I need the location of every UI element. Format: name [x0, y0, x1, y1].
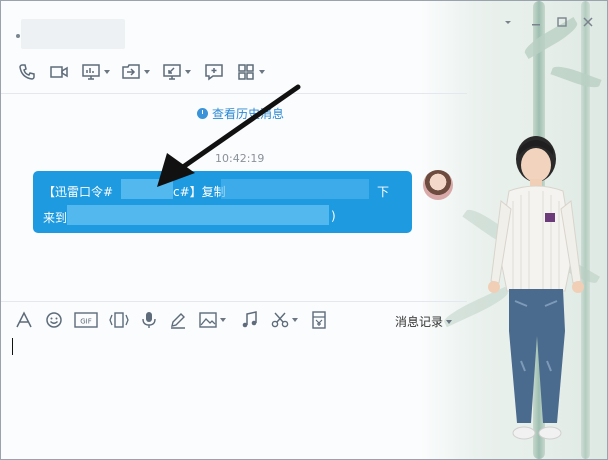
- remote-desktop-button[interactable]: [121, 61, 150, 83]
- maximize-icon: [557, 17, 567, 27]
- red-packet-button[interactable]: [310, 311, 328, 329]
- redacted-text: [67, 205, 329, 225]
- apps-button[interactable]: [236, 61, 265, 83]
- chevron-down-icon: [446, 319, 453, 324]
- maximize-button[interactable]: [553, 13, 571, 31]
- shake-button[interactable]: [109, 311, 129, 329]
- voice-button[interactable]: [140, 311, 158, 329]
- font-icon: [16, 311, 32, 328]
- clock-icon: [197, 108, 208, 119]
- video-button[interactable]: [49, 61, 69, 83]
- bamboo-leaf: [550, 62, 602, 92]
- chevron-down-icon: [505, 21, 511, 24]
- image-button[interactable]: [199, 311, 226, 329]
- add-chat-button[interactable]: [204, 61, 224, 83]
- font-button[interactable]: [15, 311, 33, 329]
- emoji-icon: [46, 312, 62, 328]
- history-link-label: 查看历史消息: [212, 107, 285, 121]
- message-text: c#】复制: [173, 185, 226, 199]
- video-icon: [50, 66, 68, 78]
- screenshot-icon: [163, 64, 181, 80]
- message-timestamp: 10:42:19: [215, 152, 265, 165]
- message-input[interactable]: [1, 331, 467, 459]
- message-bubble[interactable]: 【迅雷口令# c#】复制 下 来到 ): [33, 171, 412, 233]
- screenshot-button[interactable]: [162, 61, 191, 83]
- history-link[interactable]: 查看历史消息: [197, 105, 284, 122]
- scissors-icon: [271, 312, 289, 328]
- chat-window: 查看历史消息 10:42:19 【迅雷口令# c#】复制 下 来到 ) GIF: [0, 0, 608, 460]
- apps-grid-icon: [238, 64, 254, 80]
- message-line-1: 【迅雷口令#: [43, 183, 113, 200]
- phone-icon: [19, 64, 35, 80]
- message-line-2: 来到: [43, 209, 67, 226]
- input-divider: [1, 301, 467, 302]
- emoji-button[interactable]: [45, 311, 63, 329]
- microphone-icon: [142, 312, 156, 328]
- close-icon: [583, 17, 593, 27]
- minimize-icon: [532, 24, 540, 26]
- redacted-text: [221, 179, 369, 199]
- screen-share-icon: [82, 64, 100, 80]
- status-dot: [16, 34, 20, 38]
- handwrite-button[interactable]: [169, 311, 187, 329]
- gif-icon: GIF: [74, 312, 98, 328]
- redacted-text: [121, 179, 173, 199]
- character-show-image: [488, 136, 584, 440]
- sender-avatar[interactable]: [423, 170, 453, 200]
- music-button[interactable]: [241, 311, 259, 329]
- red-packet-icon: [312, 311, 326, 329]
- message-text: 下: [377, 185, 390, 199]
- chevron-down-icon: [220, 318, 226, 322]
- chevron-down-icon: [104, 70, 110, 74]
- phone-button[interactable]: [17, 61, 37, 83]
- close-button[interactable]: [579, 13, 597, 31]
- chevron-down-icon: [144, 70, 150, 74]
- message-records-label: 消息记录: [395, 315, 444, 329]
- dropdown-button[interactable]: [499, 13, 517, 31]
- minimize-button[interactable]: [527, 13, 545, 31]
- toolbar-divider: [1, 93, 467, 94]
- message-text: 来到: [43, 211, 68, 225]
- image-icon: [199, 312, 217, 328]
- gif-button[interactable]: GIF: [74, 311, 98, 329]
- music-icon: [242, 311, 257, 328]
- pen-icon: [171, 313, 185, 329]
- chevron-down-icon: [292, 318, 298, 322]
- message-text: ): [331, 209, 336, 223]
- chevron-down-icon: [259, 70, 265, 74]
- add-chat-icon: [205, 64, 223, 81]
- shake-icon: [109, 312, 129, 328]
- chevron-down-icon: [185, 70, 191, 74]
- screenshot-cut-button[interactable]: [271, 311, 298, 329]
- contact-name[interactable]: [21, 19, 125, 49]
- svg-text:GIF: GIF: [80, 318, 92, 326]
- message-text: 【迅雷口令#: [43, 185, 114, 199]
- message-records-button[interactable]: 消息记录: [395, 313, 453, 330]
- screen-share-button[interactable]: [81, 61, 110, 83]
- remote-desktop-icon: [122, 64, 140, 79]
